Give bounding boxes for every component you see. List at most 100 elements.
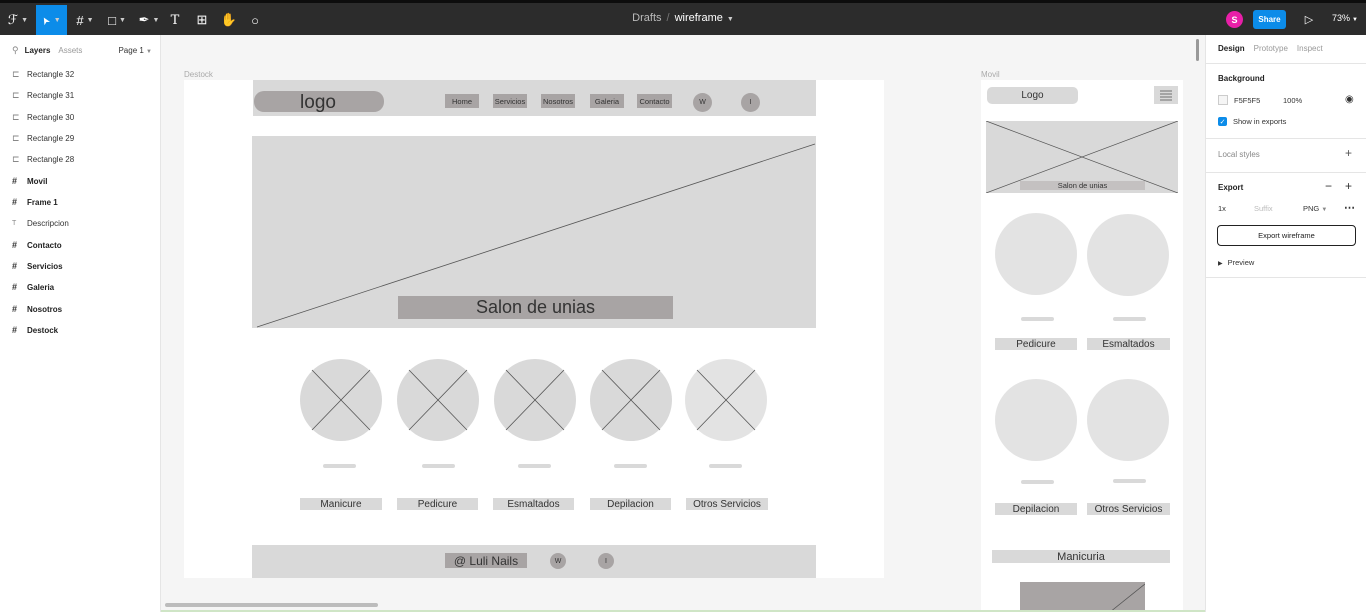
layer-label: Rectangle 28 [27,154,75,164]
search-icon[interactable]: ⚲ [12,45,19,56]
mobile-logo[interactable]: Logo [987,87,1078,104]
breadcrumb-folder[interactable]: Drafts [632,12,661,24]
service-label-manicure[interactable]: Manicure [300,498,382,510]
horizontal-scrollbar[interactable] [165,603,378,607]
footer-handle[interactable]: @ Luli Nails [445,553,527,568]
rectangle-icon: ⊏ [12,132,20,143]
service-image[interactable] [494,359,576,441]
export-button[interactable]: Export wireframe [1217,225,1356,246]
layer-item[interactable]: # Frame 1 [12,195,58,209]
layer-item[interactable]: ⊏ Rectangle 31 [12,88,74,102]
file-name[interactable]: wireframe [675,12,723,24]
background-swatch[interactable] [1218,95,1228,105]
export-title: Export [1218,183,1244,192]
export-scale[interactable]: 1x [1218,204,1226,213]
mobile-service-label-esmaltados[interactable]: Esmaltados [1087,338,1170,350]
layer-label: Movil [27,176,48,186]
layer-item[interactable]: # Galeria [12,280,54,294]
service-image[interactable] [995,379,1077,461]
more-options-icon[interactable]: ⋯ [1344,201,1355,214]
whatsapp-icon[interactable]: W [550,553,566,569]
service-image[interactable] [590,359,672,441]
nav-contacto[interactable]: Contacto [637,94,672,108]
top-toolbar: ℱ ▼ ➤ ▼ # ▼ □ ▼ ✒ ▼ T ⊞ ✋ ○ Drafts / wireframe ▼… [0,0,1366,35]
layer-item[interactable]: ⊏ Rectangle 32 [12,67,74,81]
mobile-service-label-depilacion[interactable]: Depilacion [995,503,1077,515]
service-image[interactable] [1087,379,1169,461]
nav-servicios[interactable]: Servicios [493,94,527,108]
background-hex[interactable]: F5F5F5 [1234,96,1260,105]
service-label-pedicure[interactable]: Pedicure [397,498,478,510]
export-format-dropdown[interactable]: PNG ▼ [1303,204,1327,213]
rectangle-icon: ⊏ [12,68,20,79]
layer-item[interactable]: ⊏ Rectangle 29 [12,131,74,145]
instagram-icon[interactable]: I [741,93,760,112]
frame-label-movil[interactable]: Movil [981,70,1000,79]
export-suffix-input[interactable]: Suffix [1254,204,1273,213]
layer-item[interactable]: # Contacto [12,238,62,252]
eye-icon[interactable]: ◉ [1345,94,1354,105]
page-selector[interactable]: Page 1 ▼ [118,46,152,55]
nav-galeria[interactable]: Galeria [590,94,624,108]
instagram-icon[interactable]: I [598,553,614,569]
nav-home[interactable]: Home [445,94,479,108]
tab-inspect[interactable]: Inspect [1297,44,1323,53]
nav-nosotros[interactable]: Nosotros [541,94,575,108]
whatsapp-icon[interactable]: W [693,93,712,112]
hamburger-menu-button[interactable] [1154,86,1178,104]
frame-destock[interactable]: logo Home Servicios Nosotros Galeria Con… [184,80,884,578]
layer-item[interactable]: # Movil [12,174,47,188]
layers-panel: ⚲ Layers Assets Page 1 ▼ ⊏ Rectangle 32 ⊏… [0,35,161,612]
layer-item[interactable]: # Servicios [12,259,63,273]
frame-icon: # [12,282,18,292]
mobile-service-label-otros-servicios[interactable]: Otros Servicios [1087,503,1170,515]
frame-movil[interactable]: Logo Salon de unias Pedicure Esmaltados … [981,80,1183,612]
service-image[interactable] [995,213,1077,295]
tab-layers[interactable]: Layers [25,46,51,55]
caret-right-icon: ▶ [1218,261,1223,267]
tab-assets[interactable]: Assets [58,46,82,55]
vertical-scrollbar[interactable] [1196,39,1199,61]
show-in-exports-checkbox[interactable]: ✓ [1218,117,1227,126]
present-button[interactable]: ▷ [1302,11,1316,27]
avatar[interactable]: S [1226,11,1243,28]
mobile-service-label-pedicure[interactable]: Pedicure [995,338,1077,350]
text-layer-icon: T [12,219,17,227]
background-opacity[interactable]: 100% [1283,96,1302,105]
layer-item[interactable]: # Destock [12,323,58,337]
layer-item[interactable]: T Descripcion [12,216,69,230]
layer-item[interactable]: # Nosotros [12,302,62,316]
tab-design[interactable]: Design [1218,44,1245,53]
remove-export-icon[interactable]: − [1325,179,1332,193]
service-divider [709,464,742,468]
layer-label: Rectangle 32 [27,69,75,79]
chevron-down-icon[interactable]: ▼ [727,16,734,23]
footer-bar[interactable] [252,545,816,578]
tab-prototype[interactable]: Prototype [1254,44,1288,53]
service-label-esmaltados[interactable]: Esmaltados [493,498,574,510]
mobile-section-title[interactable]: Manicuria [992,550,1170,563]
zoom-value: 73% [1332,13,1351,23]
add-style-icon[interactable]: + [1345,146,1352,160]
mobile-gallery-image[interactable] [1020,582,1145,612]
service-divider [323,464,356,468]
add-export-icon[interactable]: + [1345,179,1352,193]
service-divider [614,464,647,468]
service-label-otros-servicios[interactable]: Otros Servicios [686,498,768,510]
zoom-dropdown[interactable]: 73% ▼ [1332,13,1358,23]
preview-toggle[interactable]: ▶ Preview [1218,258,1254,267]
frame-icon: # [12,197,18,207]
service-image[interactable] [1087,214,1169,296]
service-image[interactable] [300,359,382,441]
hero-title[interactable]: Salon de unias [398,296,673,319]
service-image[interactable] [397,359,479,441]
logo-box[interactable]: logo [254,91,384,113]
layer-item[interactable]: ⊏ Rectangle 30 [12,110,74,124]
frame-label-destock[interactable]: Destock [184,70,213,79]
service-label-depilacion[interactable]: Depilacion [590,498,671,510]
canvas[interactable]: Destock Movil logo Home Servicios Nosotr… [161,35,1205,612]
service-image[interactable] [685,359,767,441]
share-button[interactable]: Share [1253,10,1286,29]
mobile-hero-title[interactable]: Salon de unias [1020,181,1145,190]
layer-item[interactable]: ⊏ Rectangle 28 [12,152,74,166]
